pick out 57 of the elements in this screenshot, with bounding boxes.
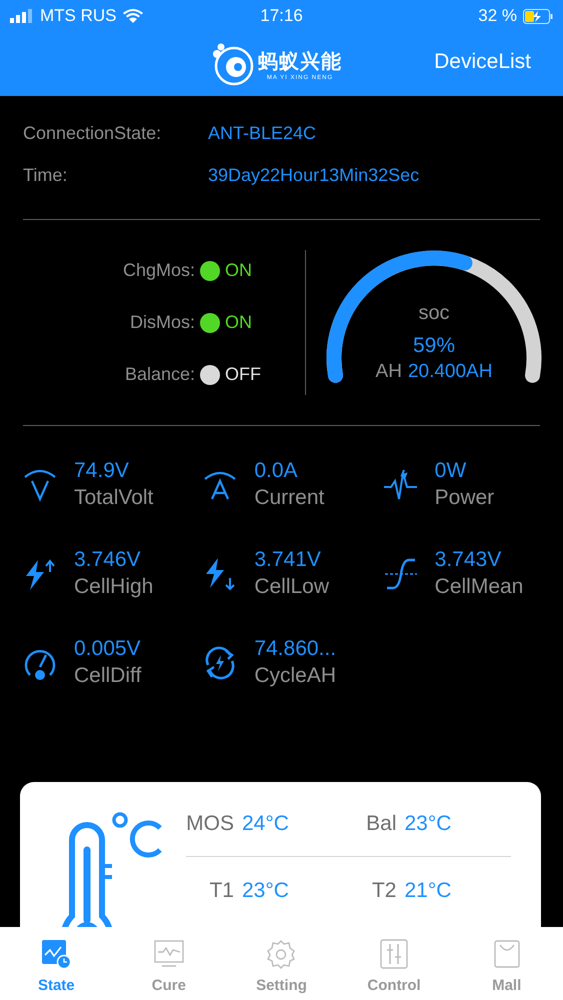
metric-value: 74.9V [74,459,130,483]
switch-state: ON [225,260,252,281]
metric-label: CellMean [434,575,524,599]
info-value: 39Day22Hour13Min32Sec [208,165,420,186]
sensor-label: Bal [365,812,396,836]
switch-state: OFF [225,364,261,385]
info-label: Time: [23,165,68,186]
soc-percent: 59% [412,334,456,358]
metric-label: CycleAH [254,664,336,688]
metric-label: CellHigh [74,575,154,599]
metric-label: Power [434,486,494,510]
metric-label: CellDiff [74,664,142,688]
metric-label: Current [254,486,324,510]
tab[interactable]: Mall [450,927,563,1000]
metric-value: 3.743V [434,548,502,572]
sensor-label: MOS [186,812,234,836]
switch-label: DisMos: [128,312,195,333]
sensor-label: T2 [370,879,396,903]
battery-percent: 32 % [478,6,518,26]
switch-state: ON [225,312,252,333]
chart-clock-icon [41,939,72,969]
soc-label: soc [418,302,450,324]
temperature-value: 23°C [242,879,289,903]
monitor-icon [154,939,184,969]
switch-label: ChgMos: [122,260,195,281]
signal-icon [10,9,34,23]
temperature-value: 23°C [404,812,452,836]
switch-label: Balance: [124,364,195,385]
clock: 17:16 [260,6,303,26]
metric-label: TotalVolt [74,486,154,510]
tab[interactable]: State [0,927,113,1000]
metric-value: 0.005V [74,637,142,661]
temperature-value: 24°C [242,812,289,836]
device-list-button[interactable]: DeviceList [434,50,531,74]
tab[interactable]: Cure [112,927,226,1000]
info-label: ConnectionState: [23,123,162,144]
ah-label: AH [376,360,402,382]
sliders-icon [379,939,410,969]
battery-icon [523,8,554,24]
metric-value: 0W [434,459,468,483]
sensor-label: T1 [208,879,234,903]
carrier-name: MTS RUS [40,6,116,26]
wifi-icon [122,9,142,23]
metric-value: 0.0A [254,459,299,483]
logo-title: 蚂蚁兴能 [258,50,342,74]
info-value: ANT-BLE24C [208,123,316,144]
metric-value: 3.741V [254,548,322,572]
bag-icon [492,939,522,969]
metric-value: 3.746V [74,548,142,572]
settings-icon [266,939,296,969]
metric-label: CellLow [254,575,330,599]
ah-value: 20.400AH [408,360,492,382]
tab[interactable]: Control [338,927,450,1000]
metric-value: 74.860... [254,637,336,661]
tab[interactable]: Setting [225,927,338,1000]
snail-logo-icon [210,42,254,86]
temperature-value: 21°C [404,879,452,903]
